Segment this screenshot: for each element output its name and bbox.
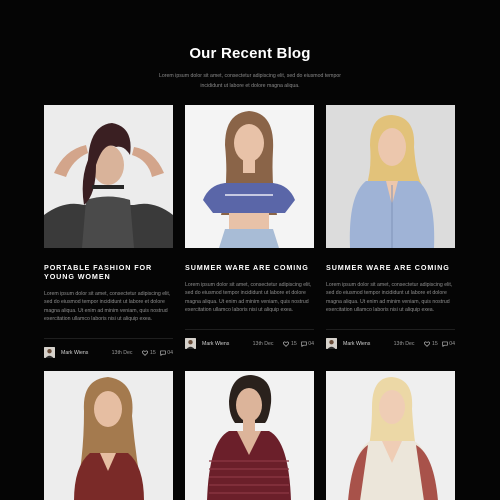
avatar[interactable] xyxy=(185,338,196,350)
post-excerpt: Lorem ipsum dolor sit amet, consectetur … xyxy=(326,282,453,314)
comment-icon xyxy=(300,341,307,347)
divider xyxy=(326,328,455,330)
blog-card[interactable] xyxy=(185,371,314,500)
post-meta: Mark Wiens 13th Dec 15 04 xyxy=(44,347,173,359)
divider xyxy=(44,337,173,339)
like-count[interactable]: 15 xyxy=(424,340,438,347)
comment-count-value: 04 xyxy=(167,349,173,356)
like-count-value: 15 xyxy=(149,349,156,356)
avatar[interactable] xyxy=(326,338,337,350)
comment-icon xyxy=(159,350,166,356)
post-title[interactable]: Summer ware are coming xyxy=(185,263,314,272)
comment-icon xyxy=(441,341,448,347)
post-date: 13th Dec xyxy=(111,349,133,356)
post-meta: Mark Wiens 13th Dec 15 04 xyxy=(185,338,314,350)
divider xyxy=(185,328,314,330)
post-date: 13th Dec xyxy=(252,340,274,347)
post-image[interactable] xyxy=(326,371,455,500)
blog-card[interactable] xyxy=(326,371,455,500)
avatar[interactable] xyxy=(44,347,55,359)
section-subtitle: Lorem ipsum dolor sit amet, consectetur … xyxy=(159,73,341,89)
post-image[interactable] xyxy=(44,105,173,248)
heart-icon xyxy=(283,341,290,347)
comment-count[interactable]: 04 xyxy=(159,349,173,356)
blog-card[interactable]: Summer ware are coming Lorem ipsum dolor… xyxy=(326,105,455,350)
author-name[interactable]: Mark Wiens xyxy=(202,341,253,347)
blog-card[interactable]: Summer ware are coming Lorem ipsum dolor… xyxy=(185,105,314,350)
like-count-value: 15 xyxy=(290,340,297,347)
post-image[interactable] xyxy=(326,105,455,248)
post-excerpt: Lorem ipsum dolor sit amet, consectetur … xyxy=(44,291,171,323)
post-date: 13th Dec xyxy=(393,340,415,347)
blog-card[interactable] xyxy=(44,371,173,500)
heart-icon xyxy=(424,341,431,347)
post-meta: Mark Wiens 13th Dec 15 04 xyxy=(326,338,455,350)
like-count-value: 15 xyxy=(431,340,438,347)
author-name[interactable]: Mark Wiens xyxy=(61,350,112,356)
post-image[interactable] xyxy=(185,371,314,500)
author-name[interactable]: Mark Wiens xyxy=(343,341,394,347)
comment-count-value: 04 xyxy=(308,340,314,347)
post-image[interactable] xyxy=(44,371,173,500)
post-title[interactable]: Portable Fashion for young women xyxy=(44,263,173,281)
post-image[interactable] xyxy=(185,105,314,248)
comment-count[interactable]: 04 xyxy=(300,340,314,347)
heart-icon xyxy=(142,350,149,356)
post-excerpt: Lorem ipsum dolor sit amet, consectetur … xyxy=(185,282,312,314)
comment-count-value: 04 xyxy=(449,340,455,347)
like-count[interactable]: 15 xyxy=(283,340,297,347)
blog-card[interactable]: Portable Fashion for young women Lorem i… xyxy=(44,105,173,359)
comment-count[interactable]: 04 xyxy=(441,340,455,347)
post-title[interactable]: Summer ware are coming xyxy=(326,263,455,272)
section-title: Our Recent Blog xyxy=(189,45,311,62)
like-count[interactable]: 15 xyxy=(142,349,156,356)
